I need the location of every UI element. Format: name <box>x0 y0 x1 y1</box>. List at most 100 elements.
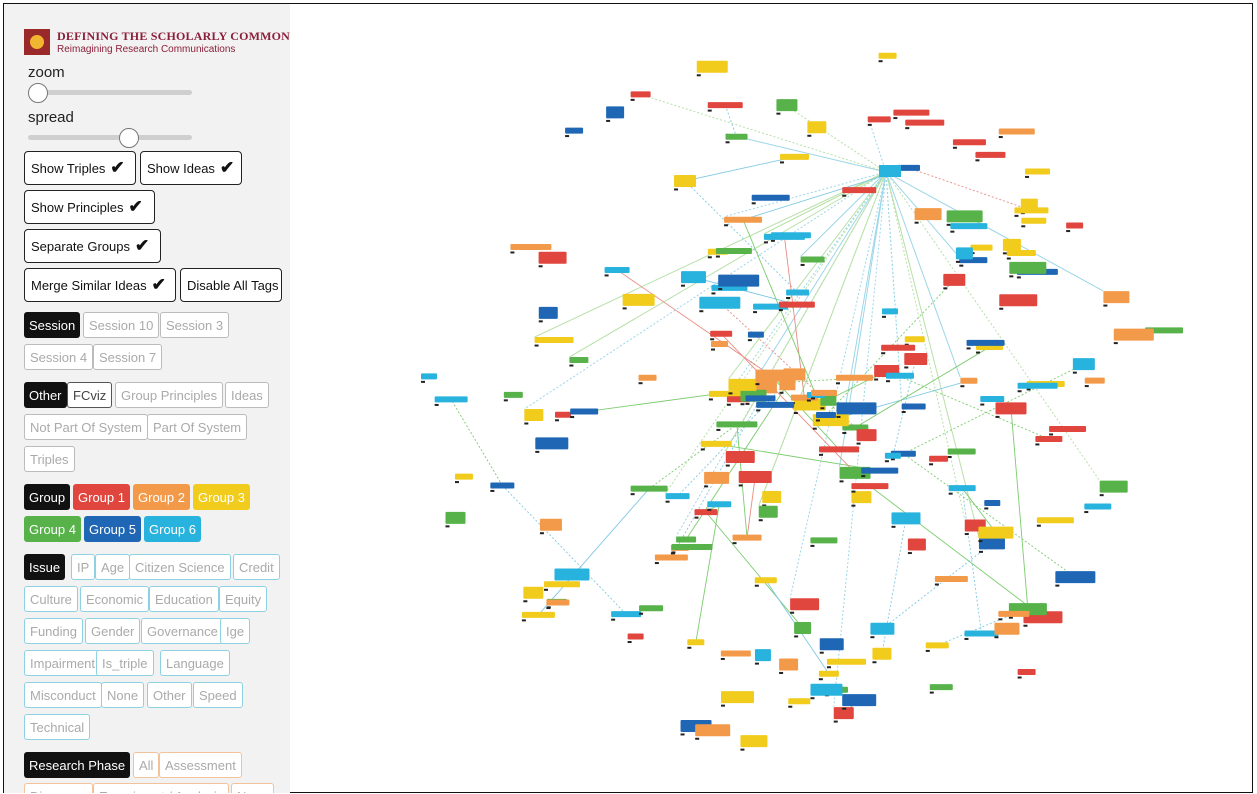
idea-node[interactable] <box>565 127 584 134</box>
idea-node[interactable] <box>807 121 827 134</box>
idea-node[interactable] <box>710 330 733 337</box>
idea-node[interactable] <box>1103 291 1130 304</box>
idea-node[interactable] <box>569 357 589 364</box>
idea-node[interactable] <box>546 599 570 606</box>
tag-none-phase[interactable]: None <box>231 783 275 793</box>
idea-node[interactable] <box>970 244 993 251</box>
idea-node[interactable] <box>738 470 772 483</box>
idea-node[interactable] <box>842 694 877 707</box>
idea-node[interactable] <box>694 509 718 516</box>
idea-node[interactable] <box>534 337 574 344</box>
idea-node[interactable] <box>999 294 1038 307</box>
idea-node[interactable] <box>1017 669 1036 676</box>
spread-slider[interactable] <box>28 128 192 148</box>
idea-node[interactable] <box>720 650 751 657</box>
tag-education[interactable]: Education <box>149 586 219 612</box>
idea-node[interactable] <box>763 233 805 240</box>
spread-slider-thumb[interactable] <box>119 128 139 148</box>
tag-technical[interactable]: Technical <box>24 714 91 740</box>
idea-node[interactable] <box>538 306 558 319</box>
tag-is-triple[interactable]: Is_triple <box>96 650 154 676</box>
idea-node[interactable] <box>700 440 732 447</box>
tag-group-1[interactable]: Group 1 <box>73 484 130 510</box>
idea-node[interactable] <box>747 331 764 338</box>
idea-node[interactable] <box>867 116 891 123</box>
idea-node[interactable] <box>1084 503 1112 510</box>
tag-governance[interactable]: Governance <box>141 618 224 644</box>
show-ideas-toggle[interactable]: Show Ideas ✔ <box>140 151 242 185</box>
idea-node[interactable] <box>754 649 771 662</box>
issue-filter-head[interactable]: Issue <box>24 554 66 580</box>
idea-node[interactable] <box>1021 217 1047 224</box>
idea-node[interactable] <box>891 512 921 525</box>
idea-node[interactable] <box>878 52 897 59</box>
idea-node[interactable] <box>819 446 860 453</box>
idea-node[interactable] <box>1113 328 1154 341</box>
idea-node[interactable] <box>794 621 812 634</box>
idea-node[interactable] <box>1099 480 1128 493</box>
idea-node[interactable] <box>671 543 713 550</box>
idea-node[interactable] <box>980 396 1005 403</box>
tag-experiment-analysis[interactable]: Experiment / Analysis <box>93 783 230 793</box>
tag-not-part-of-system[interactable]: Not Part Of System <box>24 414 148 440</box>
idea-node[interactable] <box>851 491 872 504</box>
idea-node[interactable] <box>975 151 1006 158</box>
tag-part-of-system[interactable]: Part Of System <box>147 414 248 440</box>
tag-ideas[interactable]: Ideas <box>225 382 269 408</box>
tag-culture[interactable]: Culture <box>24 586 78 612</box>
idea-node[interactable] <box>725 451 755 464</box>
idea-node[interactable] <box>716 421 758 428</box>
idea-node[interactable] <box>870 622 895 635</box>
idea-node[interactable] <box>704 471 730 484</box>
tag-other-issue[interactable]: Other <box>147 682 192 708</box>
idea-node[interactable] <box>978 537 1005 550</box>
tag-group-3[interactable]: Group 3 <box>193 484 250 510</box>
idea-node[interactable] <box>955 247 973 260</box>
idea-node[interactable] <box>893 109 930 116</box>
idea-node[interactable] <box>881 344 916 351</box>
idea-node[interactable] <box>680 271 706 284</box>
tag-age[interactable]: Age <box>95 554 131 580</box>
idea-node[interactable] <box>630 485 668 492</box>
idea-node[interactable] <box>535 437 569 450</box>
idea-node[interactable] <box>779 153 809 160</box>
hub-node[interactable] <box>879 165 901 177</box>
idea-node[interactable] <box>732 534 762 541</box>
tag-group-principles[interactable]: Group Principles <box>115 382 224 408</box>
idea-node[interactable] <box>994 622 1020 635</box>
idea-node[interactable] <box>819 638 844 651</box>
idea-node[interactable] <box>523 586 544 599</box>
tag-gender[interactable]: Gender <box>85 618 141 644</box>
tag-credit[interactable]: Credit <box>233 554 280 580</box>
idea-node[interactable] <box>696 60 728 73</box>
idea-node[interactable] <box>638 374 657 381</box>
idea-node[interactable] <box>606 106 625 119</box>
idea-node[interactable] <box>754 577 777 584</box>
idea-node[interactable] <box>1035 435 1063 442</box>
idea-node[interactable] <box>779 658 799 671</box>
zoom-slider[interactable] <box>28 83 192 103</box>
idea-node[interactable] <box>811 389 838 396</box>
tag-session-10[interactable]: Session 10 <box>83 312 160 338</box>
idea-node[interactable] <box>934 576 968 583</box>
tag-session-3[interactable]: Session 3 <box>160 312 230 338</box>
idea-node[interactable] <box>904 336 925 343</box>
idea-node[interactable] <box>639 605 664 612</box>
network-graph[interactable] <box>291 4 1252 792</box>
idea-node[interactable] <box>856 429 877 442</box>
idea-node[interactable] <box>721 691 755 704</box>
idea-node[interactable] <box>905 119 945 126</box>
idea-node[interactable] <box>872 647 892 660</box>
disable-all-tags-button[interactable]: Disable All Tags <box>180 268 282 302</box>
idea-node[interactable] <box>695 724 731 737</box>
idea-node[interactable] <box>718 274 760 287</box>
idea-node[interactable] <box>925 642 949 649</box>
tag-citizen-science[interactable]: Citizen Science <box>129 554 231 580</box>
idea-node[interactable] <box>818 670 839 677</box>
idea-node[interactable] <box>810 683 843 696</box>
idea-node[interactable] <box>960 377 978 384</box>
idea-node[interactable] <box>1025 168 1051 175</box>
idea-node[interactable] <box>711 341 729 348</box>
idea-node[interactable] <box>740 735 768 748</box>
merge-similar-ideas-toggle[interactable]: Merge Similar Ideas ✔ <box>24 268 176 302</box>
